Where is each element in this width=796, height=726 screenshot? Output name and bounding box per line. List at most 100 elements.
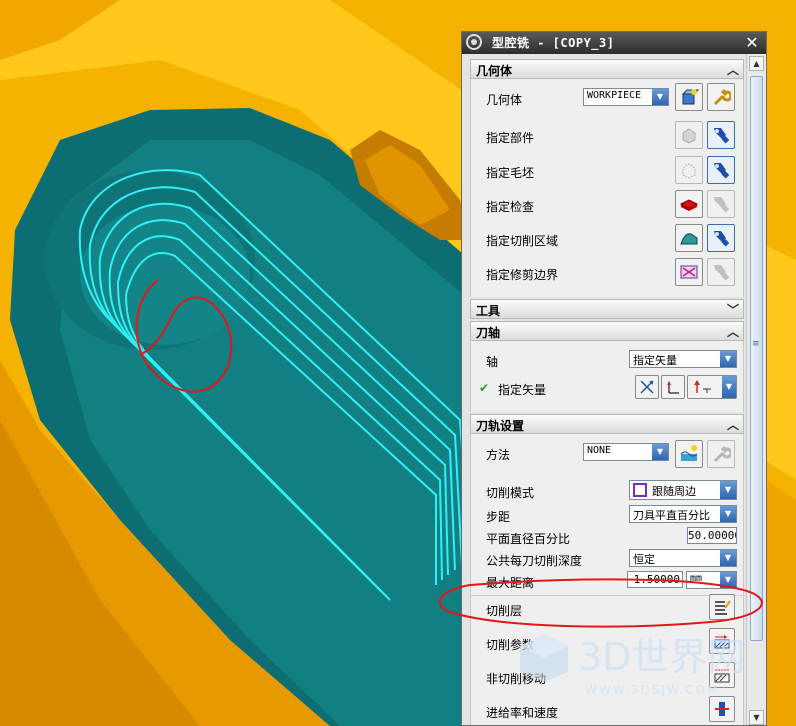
section-path-settings-header[interactable]: 刀轨设置 ︿: [470, 414, 744, 434]
axis-select[interactable]: 指定矢量 ▼: [629, 350, 737, 368]
scrollbar-thumb[interactable]: [750, 76, 763, 641]
method-icon: [680, 445, 698, 461]
chevron-up-icon[interactable]: ︿: [727, 416, 739, 433]
specify-part-label: 指定部件: [486, 131, 535, 145]
chevron-down-icon: ▼: [720, 506, 736, 522]
cavity-mill-dialog: 型腔铣 - [COPY_3] ✕ ▲ ▼ 几何体 ︿ 几何体 WORKPIECE…: [461, 31, 767, 726]
chevron-up-icon[interactable]: ︿: [727, 61, 739, 78]
stepover-select[interactable]: 刀具平直百分比 ▼: [629, 505, 737, 523]
stepover-value: 刀具平直百分比: [633, 509, 710, 522]
feeds-speeds-label: 进给率和速度: [486, 706, 559, 720]
section-geometry-body: 几何体 WORKPIECE ▼ 指定部件 指定毛坯 指定检查 指定切削区域 指定…: [470, 79, 744, 297]
cut-area-icon: [680, 233, 698, 245]
select-trim-boundary-button[interactable]: [675, 258, 703, 286]
dialog-scrollbar[interactable]: ▲ ▼: [746, 54, 766, 725]
section-tool-axis-title: 刀轴: [476, 326, 501, 340]
wrench-icon: [713, 88, 731, 106]
feeds-speeds-icon: [715, 702, 729, 716]
edit-geometry-button[interactable]: [707, 83, 735, 111]
display-cut-area-button[interactable]: [707, 224, 735, 252]
vector-type-select[interactable]: ▼: [687, 375, 737, 399]
vector-arrows-icon: [640, 380, 654, 394]
display-part-button[interactable]: [707, 121, 735, 149]
display-blank-button[interactable]: [707, 156, 735, 184]
watermark-url: WWW.3DSJW.COM: [585, 683, 720, 697]
gear-icon[interactable]: [466, 34, 482, 50]
display-check-button[interactable]: [707, 190, 735, 218]
stepover-label: 步距: [486, 510, 511, 524]
chevron-down-icon: ▼: [722, 376, 736, 398]
section-tool-header[interactable]: 工具 ﹀: [470, 299, 744, 319]
feeds-speeds-button[interactable]: [709, 696, 735, 722]
specify-vector-label: 指定矢量: [498, 383, 547, 397]
axis-label: 轴: [486, 355, 499, 369]
part-cube-icon: [682, 128, 696, 144]
wrench-icon: [713, 445, 731, 463]
axis-select-value: 指定矢量: [633, 354, 677, 367]
method-label: 方法: [486, 448, 511, 462]
flashlight-icon: [714, 265, 730, 281]
new-geometry-button[interactable]: [675, 83, 703, 111]
cut-pattern-value: 跟随周边: [652, 485, 696, 498]
max-distance-input[interactable]: 1.50000: [627, 571, 683, 588]
section-path-settings-title: 刀轨设置: [476, 419, 525, 433]
chevron-down-icon: ▼: [720, 481, 736, 499]
specify-check-label: 指定检查: [486, 200, 535, 214]
max-distance-unit-select[interactable]: mm ▼: [686, 571, 737, 589]
geometry-select[interactable]: WORKPIECE ▼: [583, 88, 669, 106]
scroll-up-arrow-icon[interactable]: ▲: [749, 56, 764, 71]
specify-cut-area-label: 指定切削区域: [486, 234, 559, 248]
section-tool-axis-header[interactable]: 刀轴 ︿: [470, 321, 744, 341]
scroll-down-arrow-icon[interactable]: ▼: [749, 710, 764, 725]
flashlight-icon: [714, 128, 730, 144]
geometry-label: 几何体: [486, 93, 523, 107]
edit-method-button[interactable]: [707, 440, 735, 468]
flat-diameter-percent-label: 平面直径百分比: [486, 532, 571, 546]
max-distance-label: 最大距离: [486, 576, 535, 590]
reverse-direction-icon: [667, 381, 679, 394]
trim-boundary-icon: [680, 265, 698, 279]
chevron-up-icon[interactable]: ︿: [727, 323, 739, 340]
reverse-direction-button[interactable]: [661, 375, 685, 399]
specify-trim-boundary-label: 指定修剪边界: [486, 268, 559, 282]
flashlight-icon: [714, 197, 730, 213]
section-geometry-header[interactable]: 几何体 ︿: [470, 59, 744, 79]
follow-periphery-icon: [633, 483, 647, 497]
watermark-logo-icon: [520, 634, 568, 682]
new-method-button[interactable]: [675, 440, 703, 468]
section-tool-axis-body: 轴 指定矢量 ▼ ✔ 指定矢量 ▼: [470, 341, 744, 412]
flashlight-icon: [714, 163, 730, 179]
chevron-down-icon: ▼: [720, 351, 736, 367]
select-cut-area-button[interactable]: [675, 224, 703, 252]
vector-type-icon: [694, 380, 711, 393]
specify-blank-label: 指定毛坯: [486, 166, 535, 180]
cut-levels-icon: [715, 600, 731, 615]
select-check-button[interactable]: [675, 190, 703, 218]
method-select-value: NONE: [587, 445, 612, 456]
common-depth-select[interactable]: 恒定 ▼: [629, 549, 737, 567]
cut-pattern-label: 切削模式: [486, 486, 535, 500]
common-depth-label: 公共每刀切削深度: [486, 554, 583, 568]
cube-sparkle-icon: [681, 89, 699, 105]
geometry-select-value: WORKPIECE: [587, 90, 642, 101]
dialog-titlebar[interactable]: 型腔铣 - [COPY_3] ✕: [462, 32, 766, 54]
cut-levels-button[interactable]: [709, 594, 735, 620]
flat-diameter-percent-input[interactable]: 50.00000: [687, 527, 737, 544]
section-tool-title: 工具: [476, 304, 501, 318]
common-depth-value: 恒定: [633, 553, 655, 566]
display-trim-boundary-button[interactable]: [707, 258, 735, 286]
flashlight-icon: [714, 231, 730, 247]
cut-pattern-select[interactable]: 跟随周边 ▼: [629, 480, 737, 500]
vector-dialog-button[interactable]: [635, 375, 659, 399]
checkmark-icon: ✔: [479, 381, 490, 395]
divider: [471, 595, 745, 596]
chevron-down-icon[interactable]: ﹀: [727, 301, 739, 318]
watermark-brand: 3D世界网: [578, 635, 746, 679]
chevron-down-icon: ▼: [720, 572, 736, 588]
select-part-button[interactable]: [675, 121, 703, 149]
method-select[interactable]: NONE ▼: [583, 443, 669, 461]
chevron-down-icon: ▼: [720, 550, 736, 566]
select-blank-button[interactable]: [675, 156, 703, 184]
dialog-title: 型腔铣 - [COPY_3]: [492, 36, 615, 50]
close-button[interactable]: ✕: [742, 33, 762, 53]
